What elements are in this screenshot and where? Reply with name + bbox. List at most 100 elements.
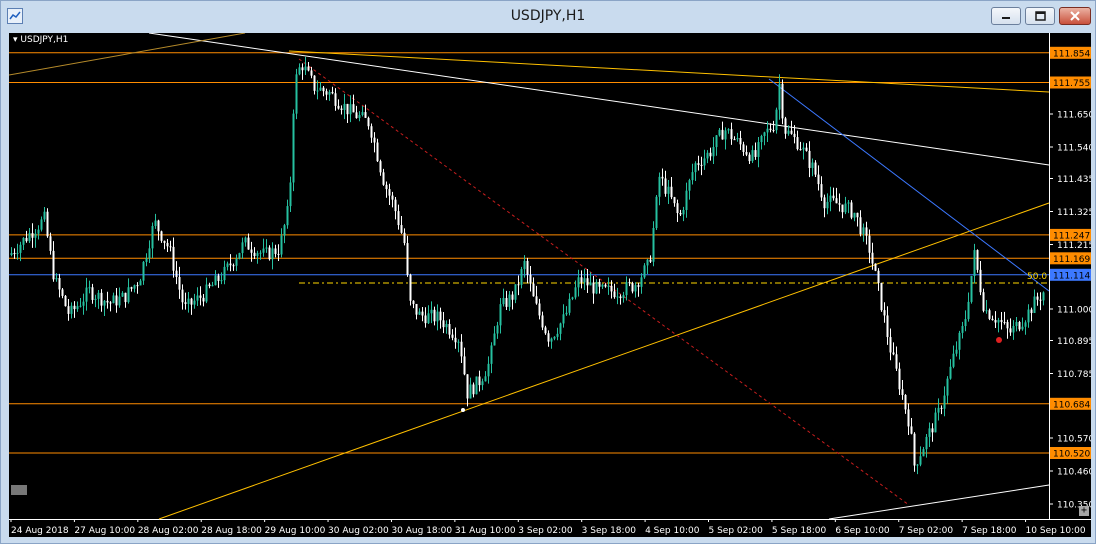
- candle-body: [139, 280, 142, 286]
- candle-body: [388, 189, 391, 196]
- candle-body: [520, 269, 523, 285]
- candle-body: [1042, 292, 1045, 301]
- candle-body: [889, 337, 892, 353]
- candle-body: [343, 103, 346, 110]
- candle-body: [712, 147, 715, 157]
- candle-body: [352, 104, 355, 113]
- candle-body: [364, 112, 367, 118]
- candle-body: [403, 232, 406, 244]
- candle-body: [316, 90, 319, 92]
- candle-body: [985, 310, 988, 312]
- candle-body: [685, 190, 688, 210]
- candle-body: [409, 274, 412, 301]
- candle-body: [91, 287, 94, 300]
- marker-dot: [461, 408, 465, 412]
- candle-body: [160, 231, 163, 241]
- candle-body: [19, 244, 22, 253]
- candle-body: [121, 292, 124, 297]
- price-chart[interactable]: 111.650 111.540 111.435 111.325 111.215 111.0…: [9, 33, 1091, 537]
- candle-body: [115, 295, 118, 306]
- candle-body: [67, 306, 70, 314]
- candle-body: [439, 311, 442, 321]
- candle-body: [688, 180, 691, 191]
- time-label: 30 Aug 18:00: [391, 526, 452, 536]
- candle-body: [607, 285, 610, 287]
- candle-body: [307, 66, 310, 71]
- candle-body: [109, 302, 112, 304]
- candle-body: [256, 253, 259, 257]
- candle-body: [997, 319, 1000, 323]
- close-button[interactable]: [1059, 7, 1091, 25]
- candle-body: [40, 219, 43, 230]
- candle-body: [619, 296, 622, 299]
- candle-body: [913, 433, 916, 466]
- candle-body: [706, 152, 709, 159]
- candle-body: [943, 395, 946, 409]
- candle-body: [556, 333, 559, 337]
- candle-body: [481, 381, 484, 386]
- candle-body: [400, 225, 403, 233]
- candle-body: [763, 132, 766, 136]
- candle-body: [544, 327, 547, 334]
- candle-body: [163, 240, 166, 243]
- candle-body: [799, 149, 802, 151]
- candle-body: [340, 108, 343, 110]
- candle-body: [928, 428, 931, 437]
- chart-shift-button[interactable]: [11, 485, 27, 495]
- candle-body: [394, 199, 397, 212]
- order-marker: [996, 337, 1002, 343]
- candle-body: [379, 161, 382, 173]
- candle-body: [97, 292, 100, 299]
- time-label: 28 Aug 02:00: [138, 526, 199, 536]
- candle-body: [916, 464, 919, 466]
- title-bar[interactable]: USDJPY,H1: [1, 1, 1095, 31]
- candle-body: [436, 311, 439, 322]
- candle-body: [286, 206, 289, 226]
- time-label: 27 Aug 10:00: [74, 526, 135, 536]
- candle-body: [187, 298, 190, 304]
- candle-body: [235, 258, 238, 266]
- candle-body: [289, 182, 292, 207]
- candle-body: [946, 378, 949, 396]
- candle-body: [781, 83, 784, 119]
- price-tick-label: 110.460: [1057, 468, 1091, 478]
- candle-body: [199, 295, 202, 298]
- maximize-button[interactable]: [1025, 7, 1055, 25]
- minimize-button[interactable]: [991, 7, 1021, 25]
- candle-body: [1018, 322, 1021, 330]
- candle-body: [739, 137, 742, 145]
- candle-body: [787, 130, 790, 134]
- candle-body: [319, 87, 322, 91]
- candle-body: [376, 142, 379, 162]
- candle-body: [253, 252, 256, 257]
- candle-body: [775, 109, 778, 131]
- level-tag-label: 110.520: [1053, 450, 1090, 460]
- level-tag-label: 111.854: [1053, 49, 1090, 59]
- candle-body: [214, 275, 217, 286]
- candle-body: [37, 229, 40, 234]
- candle-body: [796, 137, 799, 150]
- candle-body: [898, 368, 901, 390]
- candle-body: [1027, 309, 1030, 323]
- candle-body: [34, 233, 37, 238]
- candle-body: [574, 287, 577, 298]
- candle-body: [661, 176, 664, 179]
- candle-body: [958, 332, 961, 350]
- white-support-line: [828, 484, 1050, 520]
- candle-body: [760, 135, 763, 143]
- candle-body: [22, 237, 25, 245]
- zoom-in-button[interactable]: +: [1079, 506, 1089, 516]
- candle-body: [508, 294, 511, 307]
- price-tick-label: 110.895: [1057, 337, 1091, 347]
- candle-body: [649, 259, 652, 262]
- time-label: 3 Sep 18:00: [582, 526, 637, 536]
- candle-body: [1012, 325, 1015, 333]
- candle-body: [271, 248, 274, 260]
- candle-body: [367, 117, 370, 127]
- candle-body: [967, 301, 970, 320]
- candle-body: [292, 113, 295, 183]
- candle-body: [592, 282, 595, 294]
- candle-body: [61, 289, 64, 296]
- candle-body: [130, 287, 133, 289]
- candle-body: [772, 130, 775, 132]
